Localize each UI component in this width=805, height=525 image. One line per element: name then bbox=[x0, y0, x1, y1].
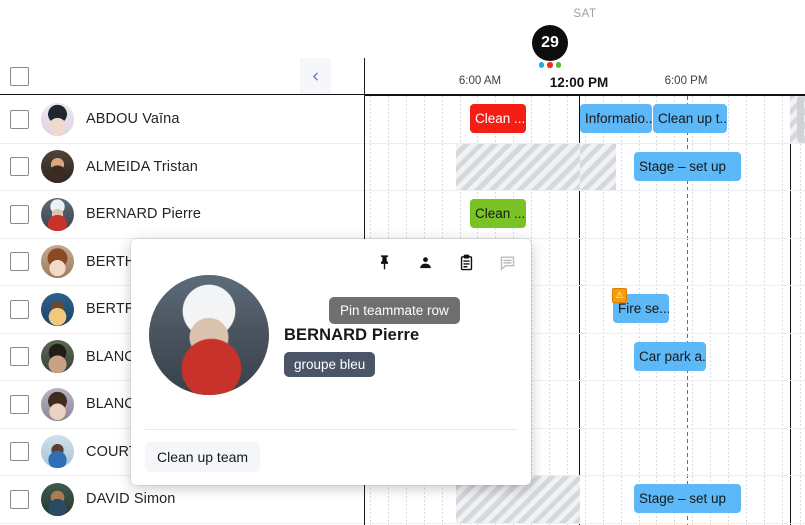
day-dots bbox=[532, 62, 568, 68]
grid-line-vertical bbox=[763, 96, 765, 525]
teammate-name: BLANC bbox=[86, 348, 135, 365]
teammate-pane-header bbox=[0, 58, 365, 95]
avatar bbox=[41, 482, 74, 516]
teammate-name: DAVID Simon bbox=[86, 491, 176, 508]
timeline-event[interactable]: Car park a... bbox=[634, 341, 706, 371]
grid-line-horizontal bbox=[365, 522, 805, 524]
timeline-event[interactable]: Clean up t... bbox=[653, 104, 727, 133]
avatar bbox=[41, 245, 74, 279]
grid-line-horizontal bbox=[365, 190, 805, 191]
unavailable-band bbox=[580, 143, 616, 190]
pin-icon[interactable] bbox=[375, 253, 394, 272]
teammate-checkbox[interactable] bbox=[10, 252, 29, 272]
popup-group-tag[interactable]: groupe bleu bbox=[284, 352, 376, 377]
teammate-checkbox[interactable] bbox=[10, 347, 29, 367]
avatar bbox=[41, 197, 74, 231]
timeline-event[interactable]: Clean ... bbox=[470, 199, 526, 228]
avatar bbox=[41, 292, 74, 326]
teammate-checkbox[interactable] bbox=[10, 442, 29, 462]
avatar bbox=[41, 102, 74, 136]
teammate-name: BERNARD Pierre bbox=[86, 206, 202, 223]
timeline-event[interactable]: Clean ... bbox=[470, 104, 526, 133]
teammate-checkbox[interactable] bbox=[10, 489, 29, 509]
person-icon[interactable] bbox=[416, 253, 435, 272]
timeline-event[interactable]: Stage – set up bbox=[634, 484, 741, 513]
time-axis-labels: 6:00 AM 12:00 PM 6:00 PM bbox=[365, 75, 805, 95]
timeline-event[interactable]: Stage – set up bbox=[634, 151, 741, 181]
day-dot-1 bbox=[547, 62, 553, 68]
avatar bbox=[41, 150, 74, 184]
time-label-0: 6:00 AM bbox=[458, 75, 502, 87]
grid-line-vertical bbox=[781, 96, 783, 525]
teammate-row[interactable]: BERNARD Pierre bbox=[0, 191, 364, 239]
day-number-badge[interactable]: 29 bbox=[532, 25, 568, 61]
clipboard-icon[interactable] bbox=[457, 253, 476, 272]
avatar bbox=[41, 387, 74, 421]
warning-icon[interactable]: ⚠ bbox=[612, 288, 627, 303]
popup-divider bbox=[145, 429, 517, 430]
day-of-week-label: SAT bbox=[573, 8, 597, 20]
popup-tooltip: Pin teammate row bbox=[329, 297, 460, 324]
time-label-1: 12:00 PM bbox=[549, 75, 609, 90]
timeline-event[interactable]: Informatio... bbox=[580, 104, 652, 133]
teammate-name: ALMEIDA Tristan bbox=[86, 158, 198, 175]
teammate-name: ABDOU Vaīna bbox=[86, 111, 180, 128]
teammate-checkbox[interactable] bbox=[10, 299, 29, 319]
chevron-left-icon bbox=[313, 72, 318, 80]
grid-line-major bbox=[790, 96, 792, 525]
teammate-row[interactable]: ALMEIDA Tristan bbox=[0, 143, 364, 191]
teammate-detail-popup: Pin teammate row BERNARD Pierre groupe b… bbox=[131, 239, 531, 485]
popup-avatar bbox=[149, 275, 269, 395]
teammate-checkbox[interactable] bbox=[10, 157, 29, 177]
day-dot-0 bbox=[538, 62, 545, 68]
avatar bbox=[41, 435, 74, 469]
schedule-app: SAT 29 6:00 AM 12:00 PM 6:00 PM Clean ... I… bbox=[0, 0, 805, 525]
popup-teammate-name: BERNARD Pierre bbox=[284, 326, 420, 344]
teammate-checkbox[interactable] bbox=[10, 394, 29, 414]
teammate-name: BLANC bbox=[86, 396, 135, 413]
teammate-checkbox[interactable] bbox=[10, 204, 29, 224]
vertical-scrollbar[interactable] bbox=[797, 96, 804, 142]
time-label-2: 6:00 PM bbox=[664, 75, 708, 87]
popup-team-chip[interactable]: Clean up team bbox=[145, 442, 261, 472]
select-all-checkbox[interactable] bbox=[10, 67, 29, 86]
grid-line-vertical bbox=[745, 96, 747, 525]
teammate-checkbox[interactable] bbox=[10, 109, 29, 129]
popup-action-icons bbox=[375, 253, 517, 272]
day-header: SAT 29 bbox=[365, 0, 805, 68]
avatar bbox=[41, 340, 74, 374]
unavailable-band bbox=[456, 143, 580, 190]
teammate-row[interactable]: ABDOU Vaīna bbox=[0, 96, 364, 144]
collapse-panel-button[interactable] bbox=[300, 58, 331, 94]
day-dot-2 bbox=[555, 62, 562, 68]
comment-icon[interactable] bbox=[498, 253, 517, 272]
grid-line-vertical bbox=[799, 96, 801, 525]
